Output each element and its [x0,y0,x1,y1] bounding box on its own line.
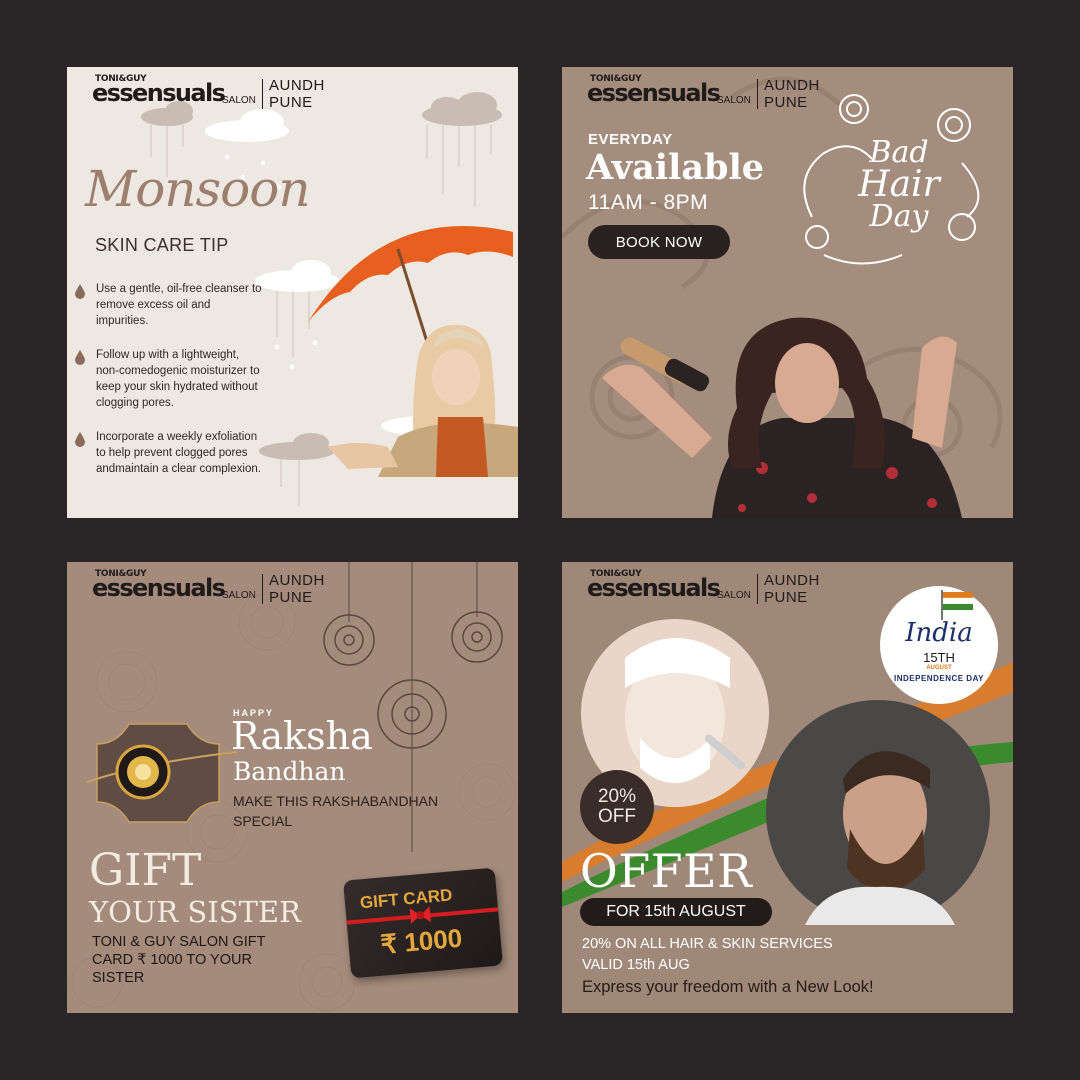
discount-off: OFF [598,806,636,827]
script-line-day: Day [869,199,929,234]
brand-name: essensuals [92,79,226,107]
gift-card-title: GIFT CARD [359,885,454,913]
water-drop-icon [75,350,85,365]
skin-tip-1: Use a gentle, oil-free cleanser to remov… [75,281,265,329]
brand-divider [262,79,263,109]
brand-logo: TONI&GUY essensuals SALON AUNDH PUNE [92,568,382,608]
raksha-tagline: MAKE THIS RAKSHABANDHAN SPECIAL [233,793,439,829]
location-pune: PUNE [269,589,313,606]
flag-icon [941,590,974,620]
monsoon-subtitle: SKIN CARE TIP [95,235,229,255]
location-aundh: AUNDH [764,77,820,94]
woman-bad-hair-image [602,317,962,518]
offer-date-pill: FOR 15th AUGUST [580,898,772,926]
woman-umbrella-image [308,226,518,477]
bandhan-title: Bandhan [233,757,346,786]
raksha-bandhan-post: TONI&GUY essensuals SALON AUNDH PUNE HAP… [67,562,518,1013]
india-script: India [905,618,973,648]
monsoon-title: Monsoon [85,160,311,218]
skin-tip-3-text: Incorporate a weekly exfoliation to help… [96,431,261,475]
validity-line: VALID 15th AUG [582,957,690,973]
brand-logo: TONI&GUY essensuals SALON AUNDH PUNE [587,73,877,113]
independence-day-badge: India 15TH AUGUST INDEPENDENCE DAY [880,586,998,704]
discount-percent: 20% [597,786,637,807]
brand-logo: TONI&GUY essensuals SALON AUNDH PUNE [587,568,877,608]
opening-hours: 11AM - 8PM [588,191,709,214]
brand-salon: SALON [222,95,256,106]
brand-location: AUNDH PUNE [764,572,820,606]
badge-date: 15TH [923,650,955,665]
location-pune: PUNE [764,589,808,606]
skin-tip-3: Incorporate a weekly exfoliation to help… [75,429,265,477]
discount-badge: 20% OFF [580,770,654,844]
skin-tip-2-text: Follow up with a lightweight, non-comedo… [96,349,260,409]
brand-divider [757,574,758,604]
brand-location: AUNDH PUNE [764,77,820,111]
services-line: 20% ON ALL HAIR & SKIN SERVICES [582,936,833,952]
brand-name: essensuals [92,574,226,602]
raksha-title: Raksha [231,714,373,758]
your-sister-heading: YOUR SISTER [89,895,301,929]
location-aundh: AUNDH [269,77,325,94]
skin-tip-1-text: Use a gentle, oil-free cleanser to remov… [96,283,262,327]
brand-location: AUNDH PUNE [269,572,325,606]
skin-tip-2: Follow up with a lightweight, non-comedo… [75,347,265,411]
bad-hair-day-script: Bad Hair Day [824,137,974,233]
gift-card-amount: ₹ 1000 [379,922,464,960]
brand-divider [262,574,263,604]
gift-card-image: GIFT CARD ₹ 1000 [343,867,503,979]
offer-heading: OFFER [580,844,753,898]
independence-day-label: INDEPENDENCE DAY [894,674,984,683]
monsoon-post: TONI&GUY essensuals SALON AUNDH PUNE Mon… [67,67,518,518]
location-aundh: AUNDH [764,572,820,589]
gift-heading: GIFT [89,845,202,896]
ribbon-bow-icon [409,906,431,925]
water-drop-icon [75,284,85,299]
available-heading: Available [586,147,765,188]
book-now-button[interactable]: BOOK NOW [588,225,730,259]
brand-logo: TONI&GUY essensuals SALON AUNDH PUNE [92,73,382,113]
bad-hair-day-post: TONI&GUY essensuals SALON AUNDH PUNE EVE… [562,67,1013,518]
freedom-tagline: Express your freedom with a New Look! [582,978,874,996]
gift-description: TONI & GUY SALON GIFT CARD ₹ 1000 TO YOU… [92,934,266,986]
brand-salon: SALON [717,95,751,106]
brand-salon: SALON [717,590,751,601]
location-pune: PUNE [764,94,808,111]
independence-day-post: India 15TH AUGUST INDEPENDENCE DAY TONI&… [562,562,1013,1013]
brand-name: essensuals [587,79,721,107]
barber-haircut-image [766,700,990,925]
brand-salon: SALON [222,590,256,601]
brand-name: essensuals [587,574,721,602]
location-aundh: AUNDH [269,572,325,589]
offer-details: 20% ON ALL HAIR & SKIN SERVICES VALID 15… [582,934,833,976]
rakhi-image [87,723,237,823]
script-line-hair: Hair [858,164,940,205]
badge-month: AUGUST [926,665,952,671]
water-drop-icon [75,432,85,447]
location-pune: PUNE [269,94,313,111]
everyday-label: EVERYDAY [588,131,673,148]
brand-location: AUNDH PUNE [269,77,325,111]
brand-divider [757,79,758,109]
